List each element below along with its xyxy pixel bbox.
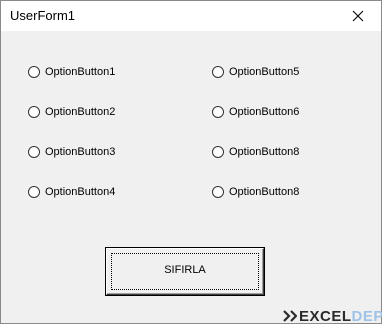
title-bar: UserForm1 [1, 1, 381, 31]
option-label: OptionButton4 [45, 186, 116, 198]
watermark-text-2: DEPO [351, 307, 382, 324]
radio-circle[interactable] [28, 106, 40, 118]
option-button-1[interactable]: OptionButton1 [28, 64, 115, 80]
radio-circle[interactable] [28, 146, 40, 158]
reset-button[interactable]: SIFIRLA [106, 248, 264, 295]
option-label: OptionButton8 [229, 186, 300, 198]
option-label: OptionButton2 [45, 106, 116, 118]
excel-depo-watermark: EXCELDEPO [283, 308, 382, 324]
reset-button-label: SIFIRLA [164, 264, 206, 276]
radio-circle[interactable] [212, 66, 224, 78]
close-button[interactable] [335, 1, 381, 31]
option-button-2[interactable]: OptionButton2 [28, 104, 115, 120]
radio-circle[interactable] [28, 66, 40, 78]
form-client-area: OptionButton1 OptionButton2 OptionButton… [1, 32, 382, 324]
option-label: OptionButton6 [229, 106, 300, 118]
radio-circle[interactable] [212, 146, 224, 158]
window-title: UserForm1 [10, 8, 76, 23]
option-button-5[interactable]: OptionButton5 [212, 64, 299, 80]
watermark-text-1: EXCEL [299, 307, 352, 324]
radio-circle[interactable] [28, 186, 40, 198]
option-button-6[interactable]: OptionButton6 [212, 104, 299, 120]
option-label: OptionButton5 [229, 66, 300, 78]
option-button-4[interactable]: OptionButton4 [28, 184, 115, 200]
radio-circle[interactable] [212, 106, 224, 118]
option-button-7[interactable]: OptionButton8 [212, 144, 299, 160]
radio-circle[interactable] [212, 186, 224, 198]
option-label: OptionButton3 [45, 146, 116, 158]
option-label: OptionButton1 [45, 66, 116, 78]
option-button-8[interactable]: OptionButton8 [212, 184, 299, 200]
option-button-3[interactable]: OptionButton3 [28, 144, 115, 160]
option-label: OptionButton8 [229, 146, 300, 158]
close-icon [352, 10, 364, 22]
userform-window: UserForm1 OptionButton1 OptionButton2 Op… [0, 0, 382, 324]
logo-mark-icon [283, 310, 297, 322]
